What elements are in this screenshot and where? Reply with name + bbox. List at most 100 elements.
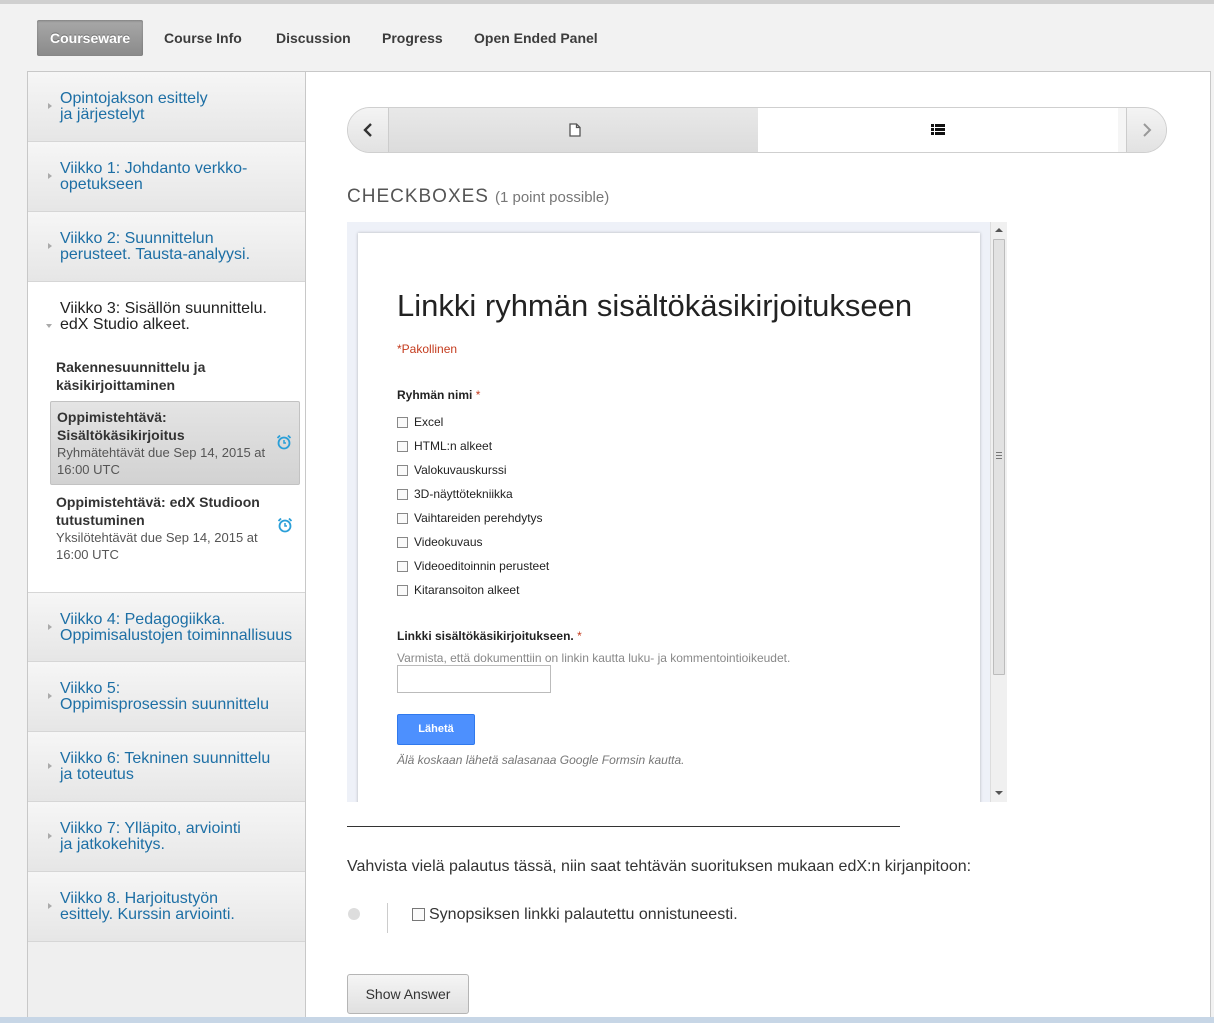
- chapter-title: Viikko 2: Suunnittelun perusteet. Tausta…: [60, 230, 251, 263]
- iframe-scrollbar[interactable]: [990, 222, 1007, 802]
- option-checkbox[interactable]: Vaihtareiden perehdytys: [397, 511, 543, 525]
- checkbox[interactable]: [397, 537, 408, 549]
- tab-progress[interactable]: Progress: [382, 20, 443, 56]
- scrollbar-thumb[interactable]: [993, 239, 1005, 675]
- section-title: Oppimistehtävä: edX Studioon tutustumine…: [56, 494, 260, 528]
- option-label: Kitaransoiton alkeet: [414, 583, 520, 597]
- chevron-right-icon: [1143, 123, 1152, 137]
- sidebar-chapter-intro[interactable]: Opintojakson esittely ja järjestelyt: [28, 72, 305, 142]
- sidebar-section-rakennesuunnittelu[interactable]: Rakennesuunnittelu ja käsikirjoittaminen: [50, 352, 300, 398]
- tab-course-info[interactable]: Course Info: [164, 20, 242, 56]
- scroll-down-icon[interactable]: [995, 790, 1003, 796]
- submit-button[interactable]: Lähetä: [397, 714, 475, 745]
- next-unit-button[interactable]: [1126, 108, 1166, 152]
- bottom-border: [0, 1017, 1214, 1023]
- tab-discussion[interactable]: Discussion: [276, 20, 351, 56]
- chevron-left-icon: [363, 123, 372, 137]
- checkbox[interactable]: [397, 585, 408, 597]
- page-icon: [569, 123, 581, 137]
- checkbox[interactable]: [397, 489, 408, 501]
- divider: [347, 826, 900, 827]
- chevron-right-icon: [48, 624, 52, 630]
- sidebar-chapter-week-4[interactable]: Viikko 4: Pedagogiikka. Oppimisalustojen…: [28, 592, 305, 662]
- option-label: Videokuvaus: [414, 535, 483, 549]
- sidebar-section-edx-studio[interactable]: Oppimistehtävä: edX Studioon tutustumine…: [50, 487, 300, 571]
- sidebar-section-sisaltokasikirjoitus[interactable]: Oppimistehtävä: Sisältökäsikirjoitus Ryh…: [50, 401, 300, 485]
- divider: [387, 903, 388, 933]
- required-note: *Pakollinen: [397, 342, 458, 356]
- embedded-google-form: Linkki ryhmän sisältökäsikirjoitukseen *…: [347, 222, 1007, 802]
- sidebar-chapter-week-7[interactable]: Viikko 7: Ylläpito, arviointi ja jatkoke…: [28, 802, 305, 872]
- show-answer-button[interactable]: Show Answer: [347, 974, 469, 1014]
- option-checkbox[interactable]: HTML:n alkeet: [397, 439, 492, 453]
- section-title: Rakennesuunnittelu ja käsikirjoittaminen: [56, 359, 206, 393]
- problem-header: CHECKBOXES (1 point possible): [347, 186, 609, 208]
- chevron-right-icon: [48, 903, 52, 909]
- sidebar-chapter-week-2[interactable]: Viikko 2: Suunnittelun perusteet. Tausta…: [28, 212, 305, 282]
- required-star: *: [577, 629, 582, 643]
- checkbox[interactable]: [397, 561, 408, 573]
- alarm-clock-icon: [277, 517, 293, 533]
- chevron-down-icon: [46, 324, 52, 328]
- sequence-navigation: [347, 107, 1167, 153]
- question-hint: Varmista, että dokumenttiin on linkin ka…: [397, 651, 791, 665]
- option-label: 3D-näyttötekniikka: [414, 487, 513, 501]
- option-label: Excel: [414, 415, 444, 429]
- course-outline-sidebar: Opintojakson esittely ja järjestelyt Vii…: [28, 72, 306, 1023]
- option-label: Valokuvauskurssi: [414, 463, 507, 477]
- status-indicator: [348, 908, 360, 920]
- question-link: Linkki sisältökäsikirjoitukseen. *: [397, 629, 582, 643]
- option-label: HTML:n alkeet: [414, 439, 493, 453]
- grip-icon: [996, 452, 1002, 459]
- confirm-instruction: Vahvista vielä palautus tässä, niin saat…: [347, 858, 972, 875]
- tab-open-ended-panel[interactable]: Open Ended Panel: [474, 20, 598, 56]
- confirm-checkbox[interactable]: [412, 908, 425, 921]
- scroll-up-icon[interactable]: [995, 227, 1003, 233]
- sidebar-chapter-week-8[interactable]: Viikko 8. Harjoitustyön esittely. Kurssi…: [28, 872, 305, 942]
- chapter-title: Opintojakson esittely ja järjestelyt: [60, 90, 208, 123]
- sequence-tab-page[interactable]: [388, 108, 759, 152]
- sidebar-chapter-week-1[interactable]: Viikko 1: Johdanto verkko- opetukseen: [28, 142, 305, 212]
- sequence-tab-problem[interactable]: [758, 108, 1118, 152]
- course-nav: Courseware Course Info Discussion Progre…: [0, 4, 1214, 70]
- option-checkbox[interactable]: Videokuvaus: [397, 535, 483, 549]
- section-due-date: Ryhmätehtävät due Sep 14, 2015 at 16:00 …: [57, 445, 266, 477]
- form-title: Linkki ryhmän sisältökäsikirjoitukseen: [397, 288, 913, 323]
- checkbox[interactable]: [397, 513, 408, 525]
- question-group-name: Ryhmän nimi *: [397, 388, 480, 402]
- problem-title: CHECKBOXES: [347, 186, 489, 207]
- checkbox[interactable]: [397, 465, 408, 477]
- option-checkbox[interactable]: Excel: [397, 415, 443, 429]
- section-due-date: Yksilötehtävät due Sep 14, 2015 at 16:00…: [56, 530, 258, 562]
- sidebar-chapter-week-5[interactable]: Viikko 5: Oppimisprosessin suunnittelu: [28, 662, 305, 732]
- option-label: Videoeditoinnin perusteet: [414, 559, 550, 573]
- chapter-title: Viikko 8. Harjoitustyön esittely. Kurssi…: [60, 890, 235, 923]
- confirm-checkbox-row[interactable]: Synopsiksen linkki palautettu onnistunee…: [412, 906, 738, 924]
- chevron-right-icon: [48, 243, 52, 249]
- option-checkbox[interactable]: Valokuvauskurssi: [397, 463, 506, 477]
- question-label: Linkki sisältökäsikirjoitukseen.: [397, 629, 574, 643]
- chapter-title: Viikko 7: Ylläpito, arviointi ja jatkoke…: [60, 820, 241, 853]
- sidebar-chapter-week-3[interactable]: Viikko 3: Sisällön suunnittelu. edX Stud…: [28, 282, 305, 592]
- chapter-title: Viikko 4: Pedagogiikka. Oppimisalustojen…: [60, 611, 293, 644]
- chevron-right-icon: [48, 833, 52, 839]
- tab-courseware[interactable]: Courseware: [37, 20, 144, 56]
- required-star: *: [475, 388, 481, 402]
- problem-points: (1 point possible): [494, 189, 610, 206]
- chapter-title: Viikko 1: Johdanto verkko- opetukseen: [60, 160, 248, 193]
- checkbox[interactable]: [397, 441, 408, 453]
- chapter-title: Viikko 5: Oppimisprosessin suunnittelu: [60, 680, 269, 713]
- sidebar-chapter-week-6[interactable]: Viikko 6: Tekninen suunnittelu ja toteut…: [28, 732, 305, 802]
- list-icon: [931, 124, 945, 135]
- chevron-right-icon: [48, 173, 52, 179]
- option-checkbox[interactable]: Kitaransoiton alkeet: [397, 583, 519, 597]
- checkbox[interactable]: [397, 417, 408, 429]
- chevron-right-icon: [48, 763, 52, 769]
- link-text-input[interactable]: [397, 665, 551, 693]
- section-title: Oppimistehtävä: Sisältökäsikirjoitus: [57, 409, 185, 443]
- option-checkbox[interactable]: Videoeditoinnin perusteet: [397, 559, 549, 573]
- chapter-title: Viikko 3: Sisällön suunnittelu. edX Stud…: [60, 300, 267, 333]
- alarm-clock-icon: [276, 434, 292, 450]
- previous-unit-button[interactable]: [348, 108, 388, 152]
- option-checkbox[interactable]: 3D-näyttötekniikka: [397, 487, 513, 501]
